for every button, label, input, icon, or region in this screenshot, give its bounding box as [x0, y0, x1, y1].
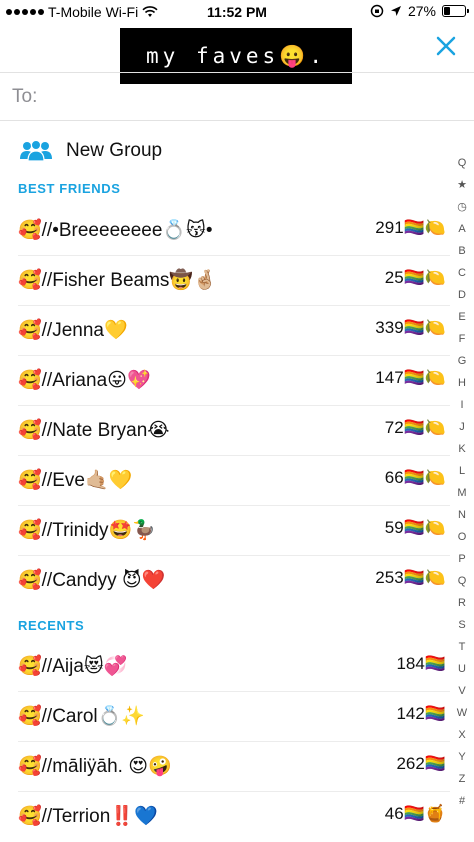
friend-score: 46🏳️‍🌈🍯 — [384, 804, 446, 823]
friend-score: 253🏳️‍🌈🍋 — [375, 568, 446, 587]
friend-name: 🥰//Jenna💛 — [18, 320, 128, 341]
friend-name: 🥰//Aija😻💞 — [18, 656, 128, 677]
friend-row[interactable]: 🥰//Carol💍✨ 142🏳️‍🌈 — [0, 692, 450, 742]
battery-percent: 27% — [407, 3, 436, 19]
header-divider — [0, 72, 474, 73]
alphabet-index-item[interactable]: Y — [454, 746, 470, 768]
friend-row[interactable]: 🥰//Nate Bryan😭 72🏳️‍🌈🍋 — [0, 406, 450, 456]
alphabet-index-item[interactable]: Q — [454, 152, 470, 174]
friend-name: 🥰//Nate Bryan😭 — [18, 420, 170, 441]
alphabet-index-item[interactable]: ◷ — [454, 196, 470, 218]
friend-name: 🥰//•Breeeeeeee💍😽• — [18, 220, 213, 241]
friend-row[interactable]: 🥰//Jenna💛 339🏳️‍🌈🍋 — [0, 306, 450, 356]
caption-overlay: my faves😛. — [120, 28, 352, 84]
to-field[interactable]: To: — [12, 86, 37, 108]
alphabet-index-item[interactable]: X — [454, 724, 470, 746]
alphabet-index-item[interactable]: U — [454, 658, 470, 680]
alphabet-index[interactable]: Q ★ ◷ A B C D E F G H I J K L M N O P Q R S T U V W X Y Z # — [454, 152, 470, 812]
status-bar: T-Mobile Wi-Fi 11:52 PM 27% — [0, 0, 474, 24]
alphabet-index-item[interactable]: F — [454, 328, 470, 350]
friend-score: 147🏳️‍🌈🍋 — [375, 368, 446, 387]
friend-score: 184🏳️‍🌈 — [396, 654, 446, 673]
location-arrow-icon — [390, 6, 401, 16]
recents-header: RECENTS — [18, 618, 85, 633]
friend-name: 🥰//Trinidy🤩🦆 — [18, 520, 156, 541]
alphabet-index-item[interactable]: M — [454, 482, 470, 504]
alphabet-index-item[interactable]: ★ — [454, 174, 470, 196]
friend-name: 🥰//Ariana😛💖 — [18, 370, 151, 391]
alphabet-index-item[interactable]: I — [454, 394, 470, 416]
alphabet-index-item[interactable]: B — [454, 240, 470, 262]
close-icon — [436, 36, 456, 56]
friend-row[interactable]: 🥰//Fisher Beams🤠🤞🏼 25🏳️‍🌈🍋 — [0, 256, 450, 306]
best-friends-header: BEST FRIENDS — [18, 181, 121, 196]
group-icon — [20, 140, 52, 162]
friend-row[interactable]: 🥰//•Breeeeeeee💍😽• 291🏳️‍🌈🍋 — [0, 206, 450, 256]
rotation-lock-icon — [370, 4, 384, 18]
friend-score: 339🏳️‍🌈🍋 — [375, 318, 446, 337]
alphabet-index-item[interactable]: L — [454, 460, 470, 482]
friend-name: 🥰//māliÿāh. 😍🤪 — [18, 756, 172, 777]
alphabet-index-item[interactable]: C — [454, 262, 470, 284]
alphabet-index-item[interactable]: T — [454, 636, 470, 658]
friend-name: 🥰//Candyy 😈❤️ — [18, 570, 166, 591]
new-group-label: New Group — [66, 140, 163, 161]
friend-score: 72🏳️‍🌈🍋 — [384, 418, 446, 437]
alphabet-index-item[interactable]: N — [454, 504, 470, 526]
friend-score: 66🏳️‍🌈🍋 — [384, 468, 446, 487]
new-group-button[interactable]: New Group — [18, 136, 162, 166]
alphabet-index-item[interactable]: J — [454, 416, 470, 438]
alphabet-index-item[interactable]: # — [454, 790, 470, 812]
friend-score: 142🏳️‍🌈 — [396, 704, 446, 723]
friend-score: 25🏳️‍🌈🍋 — [384, 268, 446, 287]
friend-row[interactable]: 🥰//Aija😻💞 184🏳️‍🌈 — [0, 642, 450, 692]
friend-name: 🥰//Terrion‼️💙 — [18, 806, 158, 827]
friend-row[interactable]: 🥰//Ariana😛💖 147🏳️‍🌈🍋 — [0, 356, 450, 406]
alphabet-index-item[interactable]: V — [454, 680, 470, 702]
alphabet-index-item[interactable]: D — [454, 284, 470, 306]
alphabet-index-item[interactable]: S — [454, 614, 470, 636]
status-right: 27% — [370, 3, 469, 19]
alphabet-index-item[interactable]: R — [454, 592, 470, 614]
friend-score: 291🏳️‍🌈🍋 — [375, 218, 446, 237]
to-divider — [0, 120, 474, 121]
friend-row[interactable]: 🥰//Eve🤙🏼💛 66🏳️‍🌈🍋 — [0, 456, 450, 506]
friend-score: 59🏳️‍🌈🍋 — [384, 518, 446, 537]
alphabet-index-item[interactable]: W — [454, 702, 470, 724]
alphabet-index-item[interactable]: P — [454, 548, 470, 570]
friend-row[interactable]: 🥰//Terrion‼️💙 46🏳️‍🌈🍯 — [0, 792, 450, 842]
alphabet-index-item[interactable]: H — [454, 372, 470, 394]
friend-row[interactable]: 🥰//Candyy 😈❤️ 253🏳️‍🌈🍋 — [0, 556, 450, 606]
alphabet-index-item[interactable]: O — [454, 526, 470, 548]
close-button[interactable] — [432, 32, 460, 60]
alphabet-index-item[interactable]: G — [454, 350, 470, 372]
battery-icon — [442, 5, 469, 17]
alphabet-index-item[interactable]: A — [454, 218, 470, 240]
friend-name: 🥰//Carol💍✨ — [18, 706, 145, 727]
alphabet-index-item[interactable]: E — [454, 306, 470, 328]
friend-name: 🥰//Fisher Beams🤠🤞🏼 — [18, 270, 217, 291]
friend-name: 🥰//Eve🤙🏼💛 — [18, 470, 133, 491]
friend-row[interactable]: 🥰//Trinidy🤩🦆 59🏳️‍🌈🍋 — [0, 506, 450, 556]
to-label: To: — [12, 86, 38, 107]
alphabet-index-item[interactable]: Z — [454, 768, 470, 790]
alphabet-index-item[interactable]: Q — [454, 570, 470, 592]
friend-score: 262🏳️‍🌈 — [396, 754, 446, 773]
alphabet-index-item[interactable]: K — [454, 438, 470, 460]
friend-row[interactable]: 🥰//māliÿāh. 😍🤪 262🏳️‍🌈 — [0, 742, 450, 792]
